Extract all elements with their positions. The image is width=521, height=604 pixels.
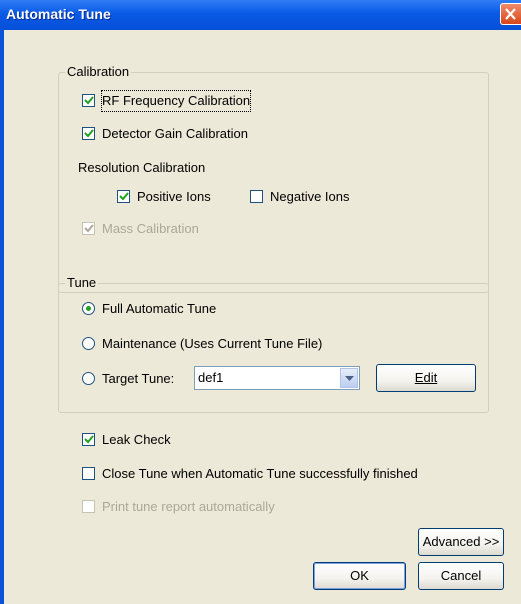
edit-button-label: Edit: [414, 370, 438, 385]
target-tune-select[interactable]: def1: [194, 366, 360, 390]
radio-circle: [82, 302, 95, 315]
checkbox-box: [250, 190, 263, 203]
print-report-label: Print tune report automatically: [102, 499, 275, 514]
cancel-button-label: Cancel: [440, 568, 482, 583]
checkbox-box: [82, 222, 95, 235]
positive-ions-label: Positive Ions: [137, 189, 211, 204]
radio-selected-dot: [86, 306, 91, 311]
negative-ions-label: Negative Ions: [270, 189, 350, 204]
radio-circle: [82, 372, 95, 385]
checkmark-icon: [119, 192, 129, 201]
checkmark-icon: [84, 435, 94, 444]
checkmark-icon: [84, 96, 94, 105]
calibration-group-label: Calibration: [65, 64, 132, 80]
leak-check-label: Leak Check: [102, 432, 171, 447]
checkmark-icon: [84, 129, 94, 138]
close-tune-label: Close Tune when Automatic Tune successfu…: [102, 466, 418, 481]
rf-frequency-calibration-label: RF Frequency Calibration: [100, 90, 252, 112]
dialog-client-area: Calibration RF Frequency Calibration Det…: [4, 30, 521, 604]
tune-group-label: Tune: [65, 275, 99, 291]
window-title: Automatic Tune: [6, 6, 111, 22]
title-bar[interactable]: Automatic Tune: [0, 0, 521, 30]
checkbox-box: [82, 500, 95, 513]
mass-calibration-label: Mass Calibration: [102, 221, 199, 236]
edit-button[interactable]: Edit: [376, 364, 476, 392]
checkbox-box: [82, 127, 95, 140]
checkbox-box: [82, 467, 95, 480]
checkbox-box: [82, 94, 95, 107]
close-button[interactable]: [500, 3, 521, 25]
advanced-button[interactable]: Advanced >>: [418, 528, 504, 556]
cancel-button[interactable]: Cancel: [418, 562, 504, 590]
dropdown-button[interactable]: [340, 368, 358, 388]
radio-circle: [82, 337, 95, 350]
maintenance-label: Maintenance (Uses Current Tune File): [102, 336, 323, 351]
ok-button-label: OK: [350, 568, 369, 583]
target-tune-value: def1: [198, 370, 224, 385]
checkbox-box: [117, 190, 130, 203]
ok-button[interactable]: OK: [313, 562, 406, 590]
chevron-down-icon: [345, 376, 354, 381]
full-automatic-tune-label: Full Automatic Tune: [102, 301, 217, 316]
close-icon: [505, 8, 516, 20]
checkbox-box: [82, 433, 95, 446]
checkmark-icon: [84, 224, 94, 233]
resolution-calibration-label: Resolution Calibration: [78, 160, 206, 175]
advanced-button-label: Advanced >>: [422, 534, 500, 549]
automatic-tune-dialog: Automatic Tune Calibration RF Frequency …: [0, 0, 521, 604]
detector-gain-calibration-label: Detector Gain Calibration: [102, 126, 248, 141]
target-tune-label: Target Tune:: [102, 371, 175, 386]
